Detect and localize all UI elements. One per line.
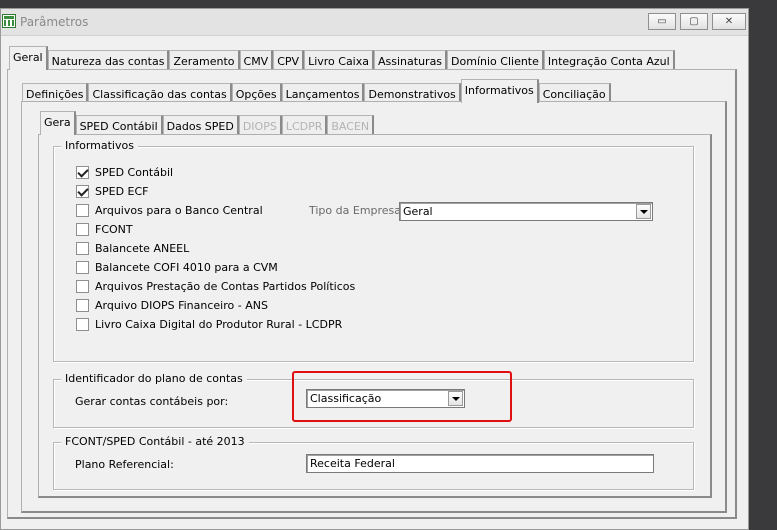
gerar-contas-select[interactable]: Classificação <box>306 389 465 408</box>
tab-main-6[interactable]: Assinaturas <box>374 50 448 70</box>
tab-sub-5[interactable]: Informativos <box>460 79 539 103</box>
tab-inner-1[interactable]: SPED Contábil <box>75 115 163 135</box>
tab-main-7[interactable]: Domínio Cliente <box>447 50 544 70</box>
tab-inner-2[interactable]: Dados SPED <box>162 115 239 135</box>
tab-main-8[interactable]: Integração Conta Azul <box>543 50 675 70</box>
checkbox-label: Arquivo DIOPS Financeiro - ANS <box>95 298 268 312</box>
close-icon: ✕ <box>724 16 734 27</box>
tab-inner-5: BACEN <box>327 115 375 135</box>
checkbox-label: Balancete COFI 4010 para a CVM <box>95 260 278 274</box>
inner-tab-strip: Gera SPED Contábil Dados SPED DIOPS LCDPR BAC… <box>40 111 375 135</box>
checkbox-label: Balancete ANEEL <box>95 241 190 255</box>
tab-main-0[interactable]: Geral <box>9 46 48 70</box>
gerar-contas-label: Gerar contas contábeis por: <box>75 395 229 408</box>
checkbox[interactable] <box>76 279 89 293</box>
tab-sub-4[interactable]: Demonstrativos <box>364 83 461 103</box>
tipo-empresa-select[interactable]: Geral <box>399 202 653 221</box>
checkbox[interactable] <box>76 222 89 236</box>
identificador-legend: Identificador do plano de contas <box>61 372 247 385</box>
tab-sub-2[interactable]: Opções <box>231 83 282 103</box>
checkbox[interactable] <box>76 317 89 331</box>
main-tab-strip: Geral Natureza das contas Zeramento CMV CPV L… <box>9 46 675 70</box>
chevron-down-icon[interactable] <box>636 204 651 219</box>
informativo-checkbox-row[interactable]: Balancete COFI 4010 para a CVM <box>76 259 278 275</box>
tipo-empresa-label: Tipo da Empresa: <box>309 204 405 217</box>
checkbox[interactable] <box>76 165 89 179</box>
close-button[interactable]: ✕ <box>712 13 746 30</box>
checkbox-label: SPED ECF <box>95 184 149 198</box>
informativo-checkbox-row[interactable]: Arquivo DIOPS Financeiro - ANS <box>76 297 268 313</box>
fcont-legend: FCONT/SPED Contábil - até 2013 <box>61 435 249 448</box>
checkbox[interactable] <box>76 184 89 198</box>
checkbox[interactable] <box>76 260 89 274</box>
tab-main-5[interactable]: Livro Caixa <box>304 50 374 70</box>
fcont-group: FCONT/SPED Contábil - até 2013 Plano Ref… <box>53 435 694 490</box>
checkbox-label: Arquivos para o Banco Central <box>95 203 263 217</box>
spreadsheet-icon <box>2 14 16 28</box>
tab-sub-6[interactable]: Conciliação <box>538 83 611 103</box>
identificador-group: Identificador do plano de contas Gerar c… <box>53 372 694 428</box>
checkbox[interactable] <box>76 241 89 255</box>
tab-main-3[interactable]: CMV <box>239 50 274 70</box>
tab-sub-3[interactable]: Lançamentos <box>281 83 365 103</box>
plano-referencial-label: Plano Referencial: <box>75 458 174 471</box>
tab-inner-0[interactable]: Gera <box>40 111 76 135</box>
checkbox[interactable] <box>76 298 89 312</box>
tab-main-4[interactable]: CPV <box>273 50 305 70</box>
informativos-group: Informativos SPED Contábil SPED ECF Arquiv… <box>53 139 694 362</box>
informativo-checkbox-row[interactable]: Livro Caixa Digital do Produtor Rural - … <box>76 316 342 332</box>
informativo-checkbox-row[interactable]: SPED Contábil <box>76 164 173 180</box>
window-title: Parâmetros <box>20 15 89 29</box>
gerar-contas-value: Classificação <box>310 392 382 405</box>
chevron-down-icon[interactable] <box>448 391 463 406</box>
checkbox-label: Livro Caixa Digital do Produtor Rural - … <box>95 317 343 331</box>
informativo-checkbox-row[interactable]: Arquivos Prestação de Contas Partidos Po… <box>76 278 355 294</box>
minimize-button[interactable]: ▭ <box>648 13 676 30</box>
restore-icon: ▢ <box>689 16 699 27</box>
tipo-empresa-value: Geral <box>403 205 433 218</box>
informativo-checkbox-row[interactable]: FCONT <box>76 221 133 237</box>
plano-referencial-field[interactable]: Receita Federal <box>306 454 654 473</box>
minimize-icon: ▭ <box>657 16 667 27</box>
tab-inner-4: LCDPR <box>281 115 328 135</box>
informativos-legend: Informativos <box>61 139 138 152</box>
informativo-checkbox-row[interactable]: SPED ECF <box>76 183 149 199</box>
tab-main-2[interactable]: Zeramento <box>169 50 240 70</box>
checkbox-label: Arquivos Prestação de Contas Partidos Po… <box>95 279 356 293</box>
restore-button[interactable]: ▢ <box>680 13 708 30</box>
informativo-checkbox-row[interactable]: Arquivos para o Banco Central <box>76 202 263 218</box>
tab-sub-0[interactable]: Definições <box>22 83 89 103</box>
tab-main-1[interactable]: Natureza das contas <box>47 50 170 70</box>
title-bar: Parâmetros ▭ ▢ ✕ <box>1 9 748 36</box>
checkbox-label: SPED Contábil <box>95 165 174 179</box>
informativo-checkbox-row[interactable]: Balancete ANEEL <box>76 240 189 256</box>
tab-sub-1[interactable]: Classificação das contas <box>88 83 232 103</box>
sub-tab-strip: Definições Classificação das contas Opções… <box>22 79 611 103</box>
checkbox-label: FCONT <box>95 222 133 236</box>
tab-inner-3: DIOPS <box>238 115 282 135</box>
checkbox[interactable] <box>76 203 89 217</box>
